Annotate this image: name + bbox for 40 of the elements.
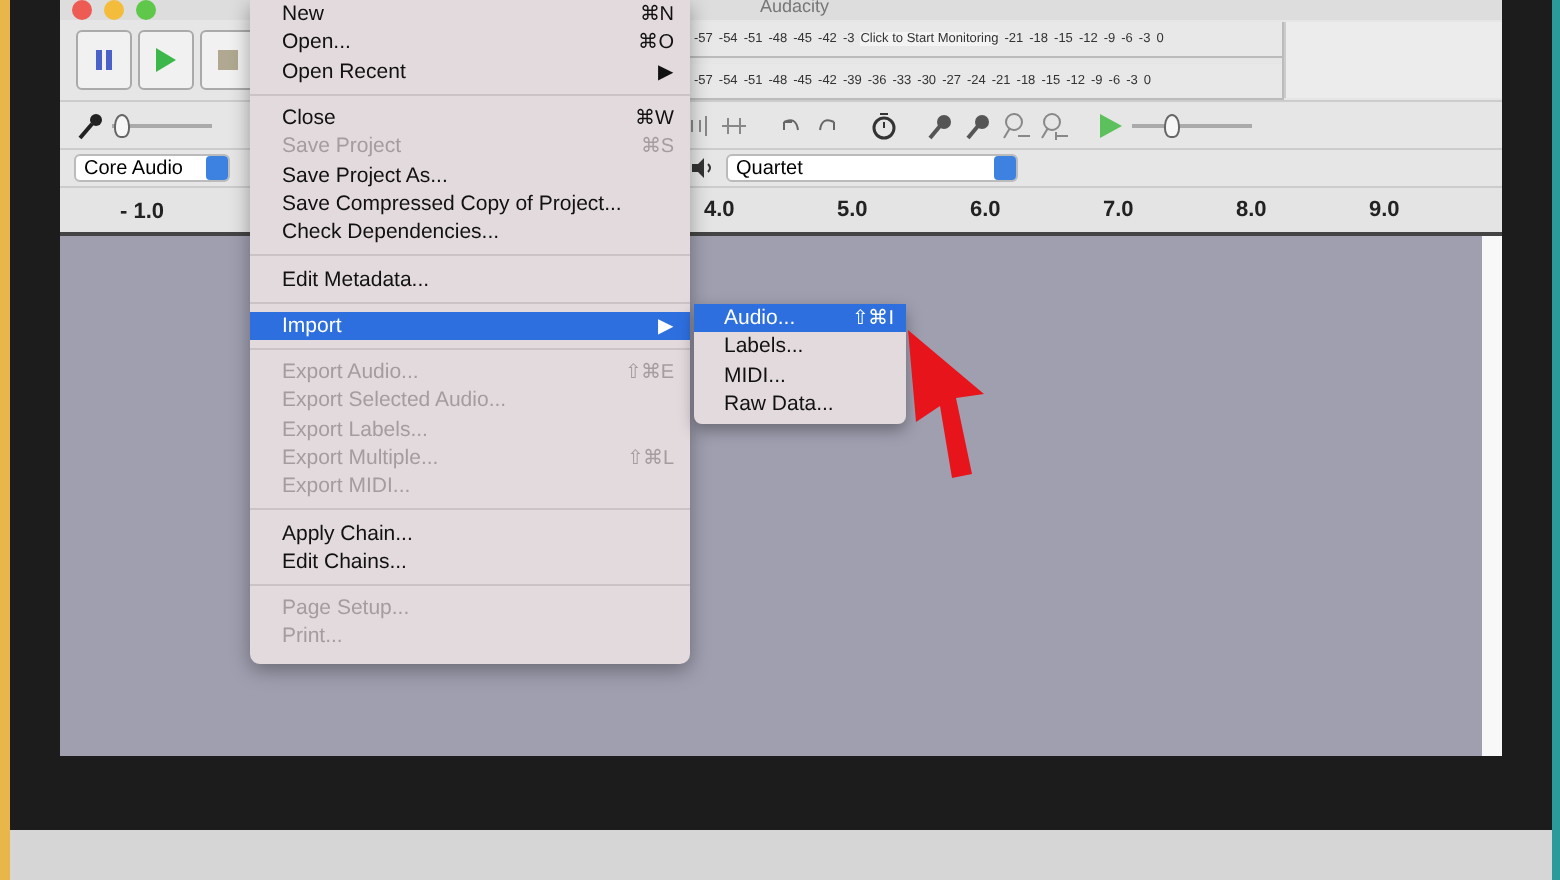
slider-thumb[interactable] bbox=[1163, 113, 1180, 137]
audio-host-select[interactable]: Core Audio bbox=[74, 154, 230, 182]
menu-item[interactable]: Save Project As... bbox=[250, 160, 690, 190]
ruler-label: 9.0 bbox=[1369, 198, 1402, 222]
play-icon[interactable] bbox=[1094, 109, 1126, 141]
ruler-label: 5.0 bbox=[837, 198, 870, 222]
ruler-label: 6.0 bbox=[970, 198, 1003, 222]
zoom-out-icon[interactable] bbox=[962, 109, 994, 141]
zoom-in-icon[interactable] bbox=[924, 109, 956, 141]
ruler-label: 8.0 bbox=[1236, 198, 1269, 222]
stepper-icon bbox=[206, 156, 228, 180]
ruler-label: - 1.0 bbox=[120, 200, 165, 224]
scroll-bar[interactable] bbox=[1482, 236, 1502, 756]
stop-icon bbox=[216, 48, 240, 72]
play-button[interactable] bbox=[138, 30, 194, 90]
menu-item[interactable]: Apply Chain... bbox=[250, 518, 690, 548]
pointer-arrow-icon bbox=[904, 326, 988, 482]
menu-item[interactable]: Close ⌘W bbox=[250, 103, 690, 133]
menu-item[interactable]: Edit Metadata... bbox=[250, 264, 690, 294]
menu-item[interactable]: Labels... bbox=[694, 332, 906, 362]
pause-icon bbox=[94, 48, 114, 72]
fit-project-icon[interactable] bbox=[1038, 109, 1070, 141]
play-icon bbox=[154, 46, 178, 74]
timer-icon[interactable] bbox=[868, 109, 900, 141]
menu-item[interactable]: Audio... ⇧⌘I bbox=[694, 304, 906, 333]
ruler-label: 7.0 bbox=[1103, 198, 1136, 222]
stepper-icon bbox=[994, 156, 1016, 180]
menu-item[interactable]: Edit Chains... bbox=[250, 547, 690, 577]
menu-item[interactable]: Import ▶ bbox=[250, 311, 690, 340]
menu-item[interactable]: Raw Data... bbox=[694, 389, 906, 419]
menu-item[interactable]: MIDI... bbox=[694, 361, 906, 390]
close-button[interactable] bbox=[72, 0, 92, 20]
output-device-select[interactable]: Quartet bbox=[726, 154, 1018, 182]
microphone-icon bbox=[76, 111, 104, 139]
speaker-icon bbox=[690, 156, 714, 180]
pause-button[interactable] bbox=[76, 30, 132, 90]
ruler-label: 4.0 bbox=[704, 198, 737, 222]
menu-item[interactable]: Save Compressed Copy of Project... bbox=[250, 189, 690, 219]
fit-selection-icon[interactable] bbox=[1000, 109, 1032, 141]
slider-thumb[interactable] bbox=[113, 113, 130, 137]
